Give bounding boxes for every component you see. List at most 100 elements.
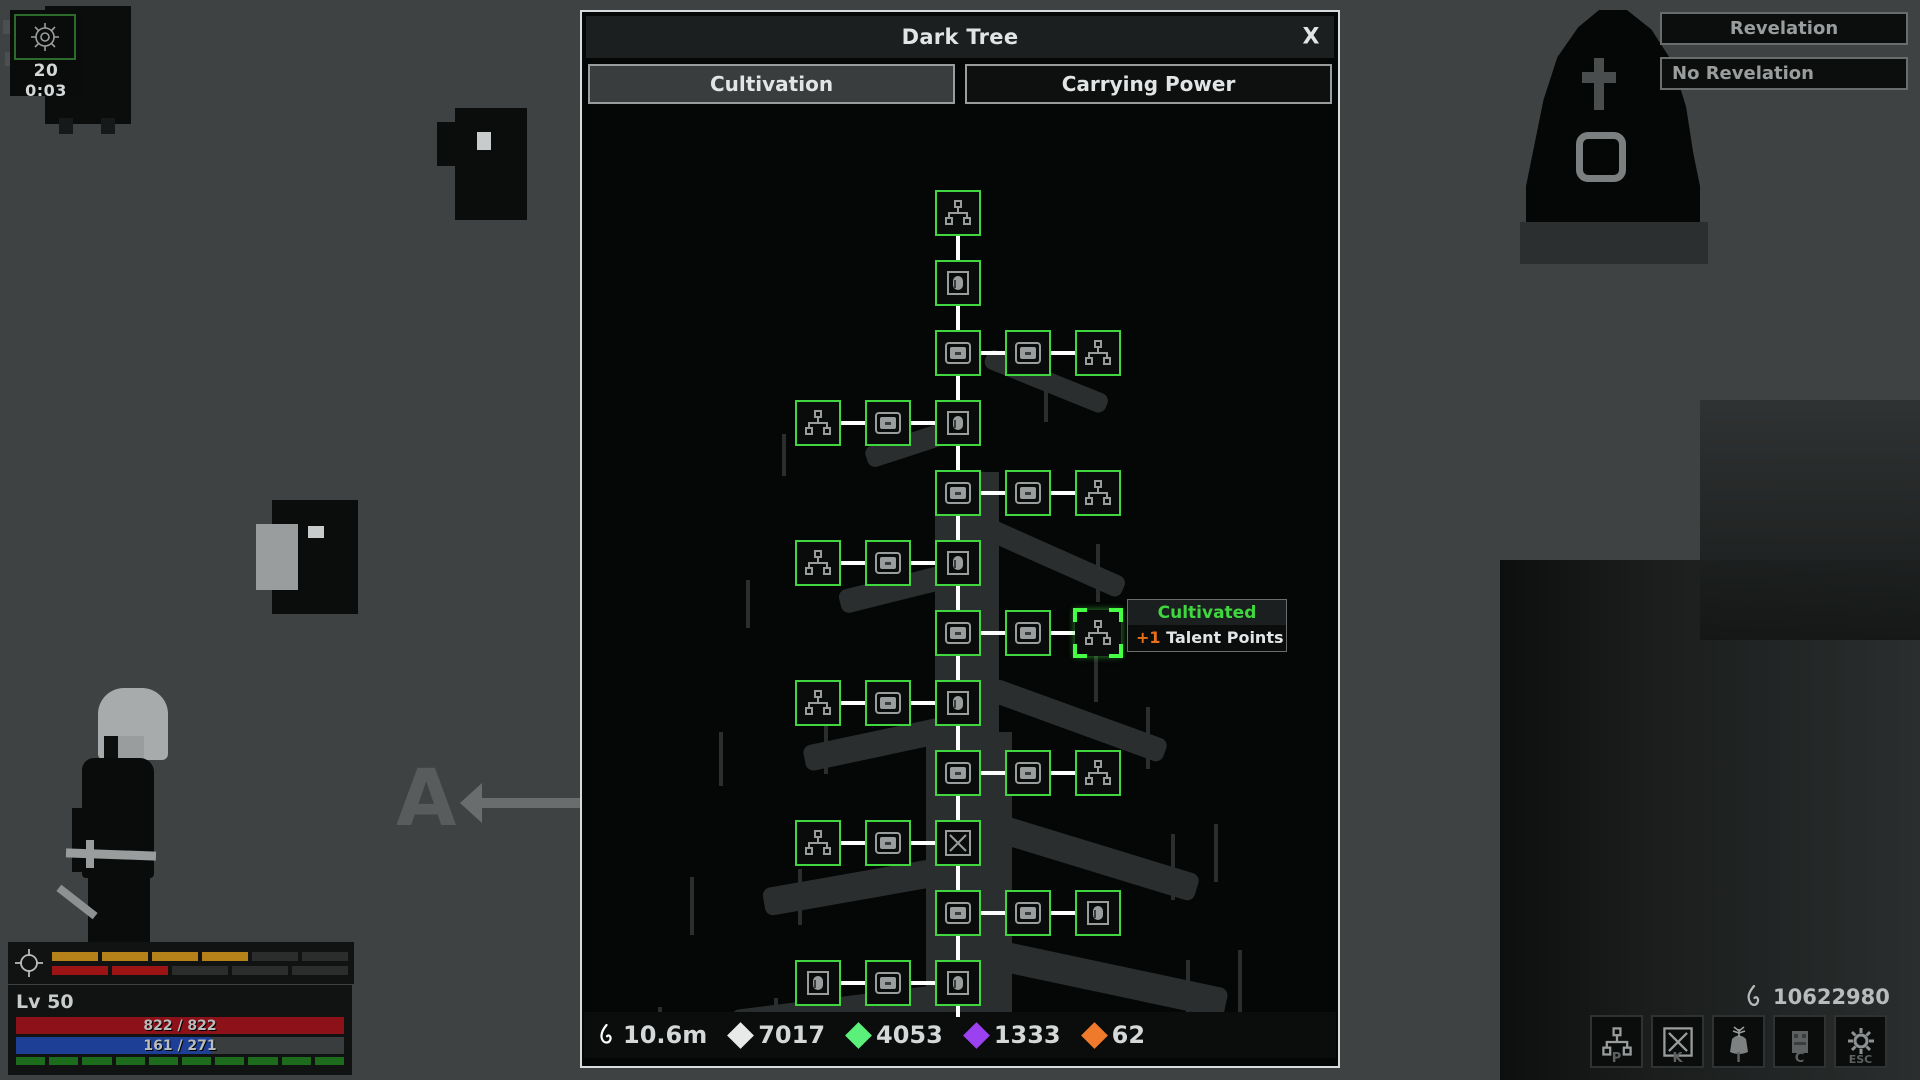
tree-node-capsule[interactable] xyxy=(935,680,981,726)
talent-tree-icon xyxy=(943,198,973,228)
resource-souls: 10.6m xyxy=(598,1021,707,1049)
tree-node-talent-tree[interactable] xyxy=(795,400,841,446)
tab-label: Carrying Power xyxy=(1061,72,1236,96)
tree-node-chest[interactable] xyxy=(1005,750,1051,796)
diamond-icon xyxy=(962,1021,990,1049)
crosshair-icon xyxy=(14,948,44,978)
target-dial-icon xyxy=(14,14,76,60)
hook-icon xyxy=(1745,984,1763,1009)
action-slot-combat[interactable]: K xyxy=(1651,1015,1704,1068)
tree-node-chest[interactable] xyxy=(935,890,981,936)
revelation-title: Revelation xyxy=(1660,12,1908,45)
xp-segment xyxy=(215,1057,245,1065)
tooltip-status: Cultivated xyxy=(1128,600,1286,625)
talent-tree-canvas[interactable]: Cultivated +1 Talent Points xyxy=(586,112,1334,1017)
tab-carrying-power[interactable]: Carrying Power xyxy=(965,64,1332,104)
tree-node-talent-tree[interactable] xyxy=(795,820,841,866)
tree-link xyxy=(981,491,1007,495)
ammo-segment xyxy=(172,965,228,975)
tree-node-capsule[interactable] xyxy=(1075,890,1121,936)
capsule-icon xyxy=(943,408,973,438)
node-tooltip: Cultivated +1 Talent Points xyxy=(1127,599,1287,652)
resource-value: 62 xyxy=(1111,1021,1146,1049)
tree-node-talent-tree[interactable] xyxy=(935,190,981,236)
tree-node-chest[interactable] xyxy=(935,750,981,796)
ammo-segment xyxy=(102,951,148,961)
ammo-segment xyxy=(302,951,348,961)
action-slot-inventory[interactable]: I xyxy=(1712,1015,1765,1068)
ammo-row-gold xyxy=(52,951,348,961)
capsule-icon xyxy=(943,968,973,998)
ammo-segment xyxy=(112,965,168,975)
ammo-row-red xyxy=(52,965,348,975)
tree-twig xyxy=(1044,370,1048,422)
resource-value: 7017 xyxy=(758,1021,826,1049)
tree-node-chest[interactable] xyxy=(935,470,981,516)
action-slot-settings[interactable]: ESC xyxy=(1834,1015,1887,1068)
action-slot-talents[interactable]: P xyxy=(1590,1015,1643,1068)
tree-node-chest[interactable] xyxy=(865,680,911,726)
chest-icon xyxy=(943,758,973,788)
xp-segment xyxy=(115,1057,145,1065)
tree-link xyxy=(1051,631,1077,635)
selection-corner xyxy=(1109,608,1123,622)
player-legs xyxy=(88,870,150,946)
tree-node-chest[interactable] xyxy=(865,540,911,586)
diamond-icon xyxy=(845,1021,872,1049)
tree-node-talent-tree[interactable] xyxy=(795,540,841,586)
tree-node-chest[interactable] xyxy=(1005,890,1051,936)
chest-icon xyxy=(873,828,903,858)
tree-node-capsule[interactable] xyxy=(935,540,981,586)
tree-link xyxy=(911,841,937,845)
tab-cultivation[interactable]: Cultivation xyxy=(588,64,955,104)
chest-icon xyxy=(873,408,903,438)
close-button[interactable]: X xyxy=(1298,25,1324,50)
shroud-dagger-icon xyxy=(1582,58,1616,110)
tree-node-chest[interactable] xyxy=(935,610,981,656)
chest-icon xyxy=(873,548,903,578)
tree-node-chest[interactable] xyxy=(865,960,911,1006)
player-level: Lv 50 xyxy=(16,991,74,1013)
tree-node-chest[interactable] xyxy=(1005,330,1051,376)
tree-node-talent-tree[interactable] xyxy=(1075,470,1121,516)
tree-node-capsule[interactable] xyxy=(795,960,841,1006)
tree-node-chest[interactable] xyxy=(1005,470,1051,516)
talent-tree-icon xyxy=(803,828,833,858)
tree-branch xyxy=(986,812,1201,903)
tree-node-talent-tree[interactable] xyxy=(1075,750,1121,796)
tree-twig xyxy=(1171,834,1175,900)
tree-node-talent-tree[interactable] xyxy=(795,680,841,726)
tree-link xyxy=(956,306,960,332)
tooltip-bonus: +1 Talent Points xyxy=(1128,625,1286,651)
ammo-segment xyxy=(202,951,248,961)
capsule-icon xyxy=(1083,898,1113,928)
tree-link xyxy=(911,981,937,985)
chest-icon xyxy=(943,898,973,928)
tree-node-crossed-swords[interactable] xyxy=(935,820,981,866)
capsule-icon xyxy=(943,688,973,718)
tree-link xyxy=(841,421,867,425)
tree-node-talent-tree[interactable] xyxy=(1073,608,1123,658)
tree-twig xyxy=(719,732,723,786)
action-key-label: C xyxy=(1794,1051,1805,1066)
xp-segment xyxy=(248,1057,278,1065)
tree-node-chest[interactable] xyxy=(865,400,911,446)
player-character-sprite xyxy=(48,680,208,948)
timer-time: 0:03 xyxy=(25,81,67,100)
action-slot-character[interactable]: C xyxy=(1773,1015,1826,1068)
tree-twig xyxy=(1186,960,1190,1017)
tree-node-chest[interactable] xyxy=(935,330,981,376)
ammo-segment xyxy=(52,965,108,975)
tree-node-capsule[interactable] xyxy=(935,400,981,446)
resource-value: 4053 xyxy=(876,1021,943,1049)
tree-node-chest[interactable] xyxy=(865,820,911,866)
xp-segment xyxy=(148,1057,179,1065)
tree-link xyxy=(1051,911,1077,915)
tree-node-capsule[interactable] xyxy=(935,960,981,1006)
tree-node-chest[interactable] xyxy=(1005,610,1051,656)
chest-icon xyxy=(1013,758,1043,788)
tree-node-talent-tree[interactable] xyxy=(1075,330,1121,376)
tree-link xyxy=(1051,351,1077,355)
shroud-base xyxy=(1520,222,1708,264)
tree-node-capsule[interactable] xyxy=(935,260,981,306)
